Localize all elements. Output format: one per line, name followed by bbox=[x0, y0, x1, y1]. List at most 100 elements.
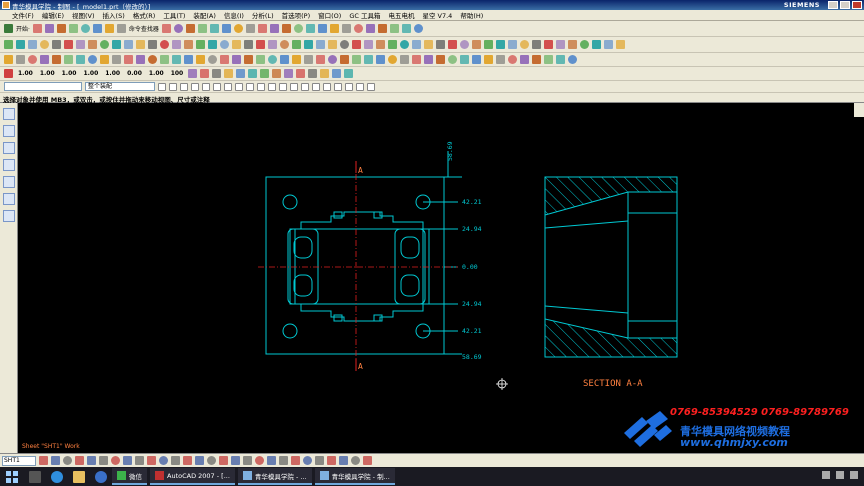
tool-icon[interactable] bbox=[184, 55, 193, 64]
tool-icon[interactable] bbox=[209, 24, 219, 33]
menu-item[interactable]: 信息(I) bbox=[224, 10, 244, 20]
tool-icon[interactable] bbox=[376, 55, 385, 64]
snap-icon[interactable] bbox=[180, 82, 188, 91]
sketch-tool-icon[interactable] bbox=[135, 456, 144, 465]
tool-icon[interactable] bbox=[328, 40, 337, 49]
dim-24-94-bottom[interactable]: 24.94 bbox=[462, 300, 482, 308]
tool-icon[interactable] bbox=[68, 24, 78, 33]
taskbar-item[interactable]: 青华模具学院 - ... bbox=[237, 468, 312, 485]
tool-icon[interactable] bbox=[112, 55, 121, 64]
tool-icon[interactable] bbox=[544, 40, 553, 49]
tool-icon[interactable] bbox=[92, 24, 102, 33]
tool-icon[interactable] bbox=[460, 55, 469, 64]
close-button[interactable] bbox=[852, 1, 862, 9]
tool-icon[interactable] bbox=[520, 40, 529, 49]
sketch-tool-icon[interactable] bbox=[207, 456, 216, 465]
tool-icon[interactable] bbox=[32, 24, 42, 33]
sketch-tool-icon[interactable] bbox=[363, 456, 372, 465]
tool-icon[interactable] bbox=[268, 40, 277, 49]
tool-icon[interactable] bbox=[344, 69, 354, 78]
dimension-button[interactable]: 0.00 bbox=[125, 70, 144, 77]
tool-icon[interactable] bbox=[341, 24, 351, 33]
tool-icon[interactable] bbox=[245, 24, 255, 33]
tool-icon[interactable] bbox=[284, 69, 294, 78]
ie-icon[interactable] bbox=[51, 470, 63, 483]
menu-item[interactable]: 格式(R) bbox=[133, 10, 156, 20]
tool-icon[interactable] bbox=[316, 40, 325, 49]
tool-icon[interactable] bbox=[56, 24, 66, 33]
menu-item[interactable]: 窗口(O) bbox=[318, 10, 341, 20]
snap-icon[interactable] bbox=[367, 82, 375, 91]
tool-icon[interactable] bbox=[496, 40, 505, 49]
tool-icon[interactable] bbox=[388, 55, 397, 64]
tool-icon[interactable] bbox=[304, 55, 313, 64]
sketch-tool-icon[interactable] bbox=[279, 456, 288, 465]
maximize-button[interactable] bbox=[840, 1, 850, 9]
sketch-tool-icon[interactable] bbox=[351, 456, 360, 465]
tool-icon[interactable] bbox=[200, 69, 210, 78]
tool-icon[interactable] bbox=[401, 24, 411, 33]
sketch-tool-icon[interactable] bbox=[195, 456, 204, 465]
menu-item[interactable]: 电五电机 bbox=[388, 10, 414, 20]
tool-icon[interactable] bbox=[76, 40, 85, 49]
tool-icon[interactable] bbox=[424, 55, 433, 64]
browser-icon[interactable] bbox=[95, 470, 107, 483]
tool-icon[interactable] bbox=[424, 40, 433, 49]
start-button[interactable]: 开始· bbox=[16, 24, 30, 33]
windows-start-icon[interactable] bbox=[5, 470, 19, 484]
dimension-button[interactable]: 1.00 bbox=[16, 70, 35, 77]
tool-icon[interactable] bbox=[161, 24, 171, 33]
tool-icon[interactable] bbox=[292, 55, 301, 64]
tool-icon[interactable] bbox=[592, 40, 601, 49]
tool-icon[interactable] bbox=[220, 55, 229, 64]
sketch-tool-icon[interactable] bbox=[111, 456, 120, 465]
tool-icon[interactable] bbox=[496, 55, 505, 64]
tool-icon[interactable] bbox=[196, 40, 205, 49]
ordinate-dimensions[interactable]: 58.69 42.21 24.94 0.00 24.94 42.21 58.69 bbox=[446, 141, 482, 361]
tray-keyboard-icon[interactable] bbox=[822, 471, 830, 479]
tool-icon[interactable] bbox=[40, 55, 49, 64]
dim-42-21-top[interactable]: 42.21 bbox=[462, 198, 482, 206]
tool-icon[interactable] bbox=[88, 55, 97, 64]
snap-icon[interactable] bbox=[257, 82, 265, 91]
tool-icon[interactable] bbox=[136, 55, 145, 64]
tool-icon[interactable] bbox=[293, 24, 303, 33]
tool-icon[interactable] bbox=[257, 24, 267, 33]
dimension-button[interactable]: 1.00 bbox=[38, 70, 57, 77]
minimize-button[interactable] bbox=[828, 1, 838, 9]
sketch-tool-icon[interactable] bbox=[327, 456, 336, 465]
dimension-button[interactable]: 1.00 bbox=[103, 70, 122, 77]
tool-icon[interactable] bbox=[4, 55, 13, 64]
section-label-bottom[interactable]: A bbox=[358, 362, 363, 371]
sketch-tool-icon[interactable] bbox=[267, 456, 276, 465]
tool-icon[interactable] bbox=[184, 40, 193, 49]
tool-icon[interactable] bbox=[400, 40, 409, 49]
sketch-tool-icon[interactable] bbox=[39, 456, 48, 465]
tool-icon[interactable] bbox=[448, 55, 457, 64]
dimension-button[interactable]: 1.00 bbox=[81, 70, 100, 77]
tool-icon[interactable] bbox=[100, 55, 109, 64]
tool-icon[interactable] bbox=[236, 69, 246, 78]
section-view[interactable] bbox=[544, 176, 678, 358]
sketch-tool-icon[interactable] bbox=[219, 456, 228, 465]
dim-zero[interactable]: 0.00 bbox=[462, 263, 478, 271]
tool-icon[interactable] bbox=[305, 24, 315, 33]
tool-icon[interactable] bbox=[413, 24, 423, 33]
tool-icon[interactable] bbox=[196, 55, 205, 64]
tool-icon[interactable] bbox=[316, 55, 325, 64]
snap-icon[interactable] bbox=[169, 82, 177, 91]
dim-42-21-bottom[interactable]: 42.21 bbox=[462, 327, 482, 335]
sketch-tool-icon[interactable] bbox=[63, 456, 72, 465]
tool-icon[interactable] bbox=[508, 40, 517, 49]
tool-icon[interactable] bbox=[328, 55, 337, 64]
dimension-button[interactable]: 100 bbox=[169, 70, 186, 77]
section-title[interactable]: SECTION A-A bbox=[583, 379, 643, 389]
tool-icon[interactable] bbox=[88, 40, 97, 49]
tool-icon[interactable] bbox=[484, 55, 493, 64]
tool-icon[interactable] bbox=[377, 24, 387, 33]
type-filter-select[interactable] bbox=[4, 82, 82, 91]
tool-icon[interactable] bbox=[52, 55, 61, 64]
tool-icon[interactable] bbox=[100, 40, 109, 49]
tool-icon[interactable] bbox=[52, 40, 61, 49]
tool-icon[interactable] bbox=[16, 40, 25, 49]
